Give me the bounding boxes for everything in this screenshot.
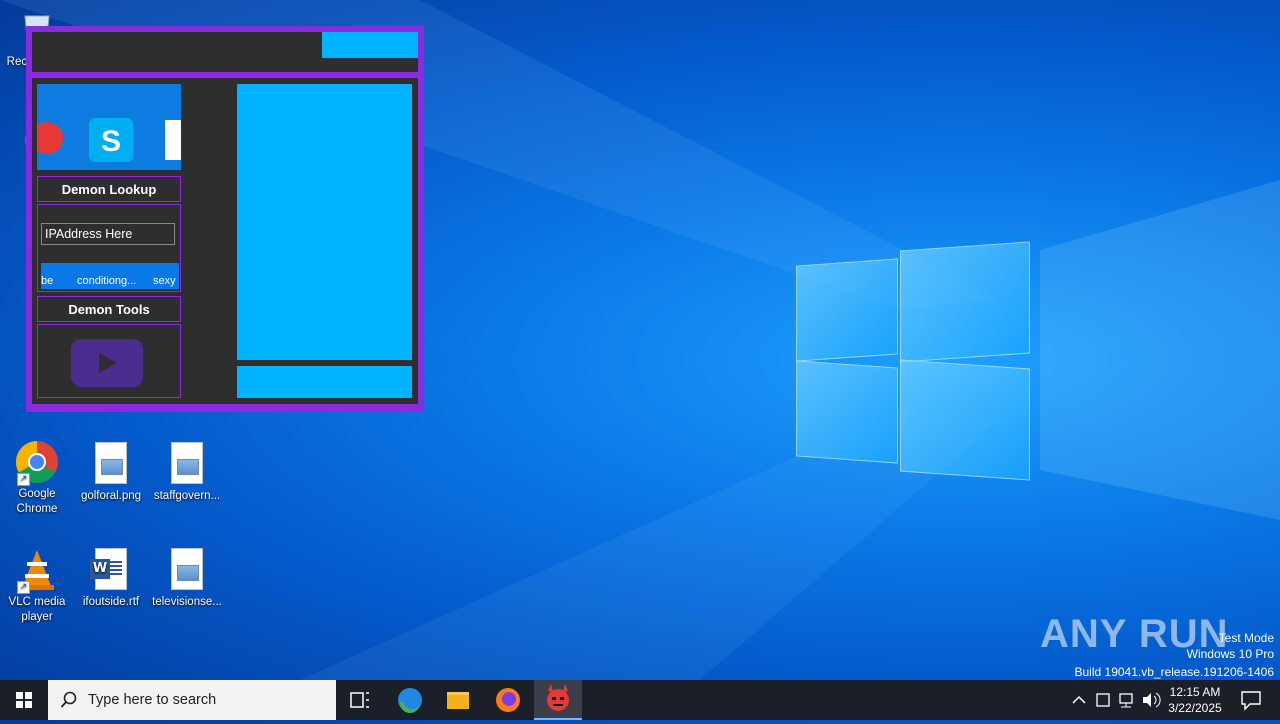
task-view-icon bbox=[350, 692, 369, 708]
desktop-label-strip: be conditiong... sexy bbox=[41, 263, 179, 289]
devil-face-icon bbox=[547, 684, 569, 711]
desktop-icon-vlc[interactable]: ↗ VLC media player bbox=[0, 548, 74, 625]
desktop-icon-ifoutside[interactable]: W ifoutside.rtf bbox=[74, 548, 148, 610]
image-file-icon bbox=[89, 442, 133, 486]
volume-button[interactable] bbox=[1140, 680, 1162, 720]
content-panel bbox=[237, 84, 412, 360]
windows-edition-text: Windows 10 Pro bbox=[1186, 647, 1274, 661]
demon-lookup-panel: be conditiong... sexy bbox=[37, 204, 181, 292]
taskbar-edge-button[interactable] bbox=[386, 680, 434, 720]
notification-icon bbox=[1241, 691, 1261, 711]
svg-text:S: S bbox=[101, 125, 121, 158]
clock-date: 3/22/2025 bbox=[1168, 701, 1222, 715]
speaker-icon bbox=[1143, 692, 1161, 708]
test-mode-text: Test Mode bbox=[1218, 631, 1274, 645]
network-icon bbox=[1119, 693, 1133, 708]
desktop-icon-label: golforal.png bbox=[80, 490, 142, 502]
build-text: Build 19041.vb_release.191206-1406 bbox=[1074, 665, 1275, 679]
desktop-icon-televisionse[interactable]: televisionse... bbox=[150, 548, 224, 610]
ip-address-input[interactable] bbox=[41, 223, 175, 245]
strip-label: sexy bbox=[153, 275, 176, 287]
clock[interactable]: 12:15 AM 3/22/2025 bbox=[1164, 680, 1226, 720]
desktop-preview-thumbnail: S bbox=[37, 84, 181, 170]
desktop-icon-golforal[interactable]: golforal.png bbox=[74, 442, 148, 504]
edge-icon bbox=[398, 688, 422, 714]
task-view-button[interactable] bbox=[336, 680, 384, 720]
desktop-icon-label: staffgovern... bbox=[153, 490, 221, 502]
clock-time: 12:15 AM bbox=[1169, 685, 1221, 699]
desktop-icon-label: ifoutside.rtf bbox=[82, 596, 140, 608]
taskbar-file-explorer-button[interactable] bbox=[434, 680, 482, 720]
play-button-icon[interactable] bbox=[71, 339, 143, 387]
image-file-icon bbox=[165, 548, 209, 592]
windows-logo-wallpaper bbox=[790, 240, 1035, 481]
firefox-icon bbox=[496, 688, 520, 712]
chevron-up-icon bbox=[1072, 695, 1086, 704]
taskbar-demon-app-button[interactable] bbox=[534, 680, 582, 720]
taskbar-search-box[interactable]: Type here to search bbox=[48, 680, 336, 720]
header-color-block bbox=[322, 32, 418, 58]
window-body: S Demon Lookup be conditiong... sexy Dem… bbox=[32, 78, 418, 404]
demon-lookup-title: Demon Lookup bbox=[37, 176, 181, 202]
desktop-icon-label: VLC media player bbox=[8, 596, 66, 623]
demon-tool-window[interactable]: S Demon Lookup be conditiong... sexy Dem… bbox=[26, 26, 424, 412]
strip-label: be bbox=[41, 275, 54, 287]
tray-app-icon[interactable] bbox=[1092, 680, 1114, 720]
image-file-icon bbox=[165, 442, 209, 486]
window-header bbox=[32, 32, 418, 72]
start-button[interactable] bbox=[0, 680, 48, 720]
show-hidden-icons-button[interactable] bbox=[1068, 680, 1090, 720]
vlc-cone-icon: ↗ bbox=[15, 548, 59, 594]
network-button[interactable] bbox=[1116, 680, 1138, 720]
status-panel bbox=[237, 366, 412, 398]
search-placeholder: Type here to search bbox=[88, 692, 217, 708]
device-icon bbox=[1096, 693, 1110, 707]
demon-tools-panel bbox=[37, 324, 181, 398]
word-document-icon: W bbox=[89, 548, 133, 592]
desktop-icon-staffgovern[interactable]: staffgovern... bbox=[150, 442, 224, 504]
desktop-icon-label: Google Chrome bbox=[16, 488, 58, 515]
windows-start-icon bbox=[16, 692, 32, 708]
folder-icon bbox=[447, 692, 469, 709]
desktop-icon-google-chrome[interactable]: ↗ Google Chrome bbox=[0, 440, 74, 517]
action-center-button[interactable] bbox=[1232, 680, 1272, 720]
taskbar: Type here to search 12:15 AM 3/22/2025 bbox=[0, 680, 1280, 720]
search-icon bbox=[60, 691, 77, 708]
desktop-icon-label: televisionse... bbox=[152, 596, 222, 608]
strip-label: conditiong... bbox=[77, 275, 137, 287]
chrome-icon: ↗ bbox=[15, 440, 59, 486]
taskbar-firefox-button[interactable] bbox=[484, 680, 532, 720]
demon-tools-title: Demon Tools bbox=[37, 296, 181, 322]
